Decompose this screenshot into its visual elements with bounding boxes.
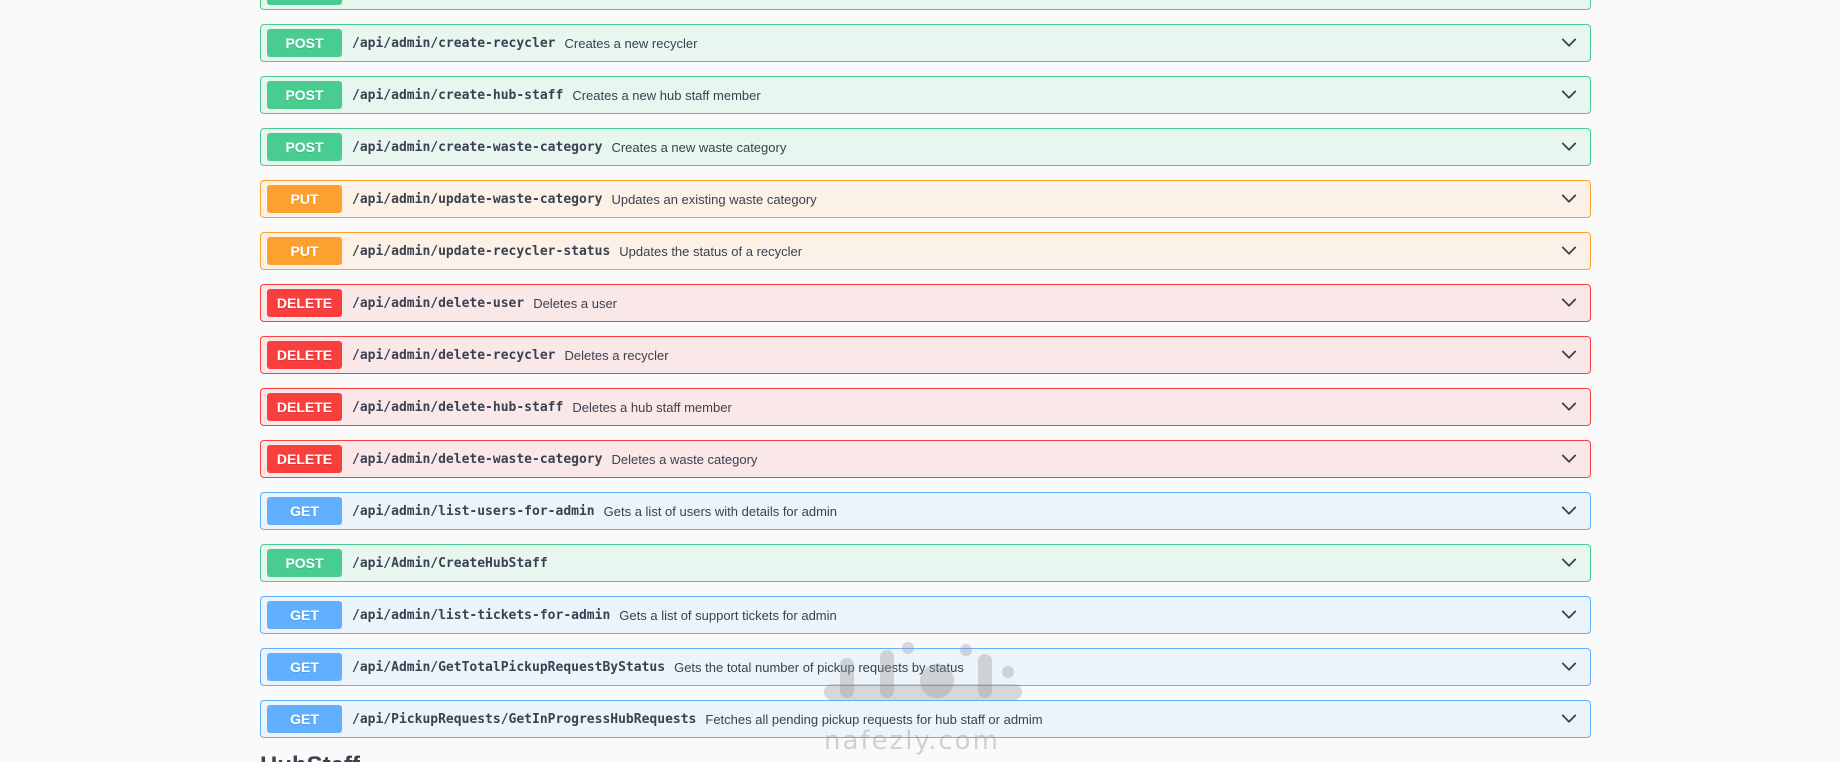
- method-badge: POST: [267, 549, 342, 577]
- operation-row[interactable]: POST/api/admin/create-waste-category Crea…: [260, 128, 1591, 166]
- endpoint-path: /api/Admin/CreateHubStaff: [352, 555, 548, 571]
- chevron-down-icon[interactable]: [1560, 398, 1578, 416]
- operations-list: POST/api/admin/create-recycler Creates a …: [260, 0, 1591, 752]
- method-badge: PUT: [267, 185, 342, 213]
- endpoint-path: /api/admin/update-recycler-status: [352, 243, 611, 259]
- endpoint-summary: Updates the status of a recycler: [619, 243, 803, 259]
- endpoint-path: /api/Admin/GetTotalPickupRequestByStatus: [352, 659, 666, 675]
- endpoint-summary: Gets the total number of pickup requests…: [674, 659, 964, 675]
- method-badge: DELETE: [267, 289, 342, 317]
- chevron-down-icon[interactable]: [1560, 294, 1578, 312]
- operation-row[interactable]: POST/api/Admin/CreateHubStaff: [260, 544, 1591, 582]
- endpoint-summary: Updates an existing waste category: [611, 191, 817, 207]
- operation-row[interactable]: DELETE/api/admin/delete-hub-staff Deletes…: [260, 388, 1591, 426]
- endpoint-summary: Gets a list of support tickets for admin: [619, 607, 837, 623]
- method-badge: GET: [267, 653, 342, 681]
- chevron-down-icon[interactable]: [1560, 502, 1578, 520]
- chevron-down-icon[interactable]: [1560, 450, 1578, 468]
- endpoint-summary: Deletes a recycler: [564, 347, 669, 363]
- endpoint-summary: Creates a new hub staff member: [572, 87, 761, 103]
- method-badge: DELETE: [267, 393, 342, 421]
- method-badge: DELETE: [267, 445, 342, 473]
- method-badge: GET: [267, 601, 342, 629]
- chevron-down-icon[interactable]: [1560, 242, 1578, 260]
- operation-row[interactable]: DELETE/api/admin/delete-recycler Deletes …: [260, 336, 1591, 374]
- endpoint-path: /api/admin/delete-hub-staff: [352, 399, 564, 415]
- method-badge: POST: [267, 133, 342, 161]
- operation-row[interactable]: GET/api/Admin/GetTotalPickupRequestBySta…: [260, 648, 1591, 686]
- endpoint-path: /api/admin/delete-user: [352, 295, 525, 311]
- section-title-hubstaff[interactable]: HubStaff: [260, 752, 360, 762]
- operation-row[interactable]: PUT/api/admin/update-waste-category Updat…: [260, 180, 1591, 218]
- method-badge: DELETE: [267, 341, 342, 369]
- chevron-down-icon[interactable]: [1560, 346, 1578, 364]
- operation-row[interactable]: DELETE/api/admin/delete-waste-category De…: [260, 440, 1591, 478]
- endpoint-path: /api/admin/update-waste-category: [352, 191, 603, 207]
- endpoint-summary: Creates a new recycler: [564, 35, 698, 51]
- operation-row[interactable]: PUT/api/admin/update-recycler-status Upda…: [260, 232, 1591, 270]
- chevron-down-icon[interactable]: [1560, 554, 1578, 572]
- endpoint-summary: Gets a list of users with details for ad…: [603, 503, 838, 519]
- operation-row[interactable]: DELETE/api/admin/delete-user Deletes a us…: [260, 284, 1591, 322]
- method-badge: POST: [267, 29, 342, 57]
- endpoint-summary: Deletes a hub staff member: [572, 399, 732, 415]
- method-badge: GET: [267, 705, 342, 733]
- endpoint-path: /api/admin/delete-recycler: [352, 347, 556, 363]
- endpoint-path: /api/admin/create-waste-category: [352, 139, 603, 155]
- endpoint-summary: Deletes a waste category: [611, 451, 758, 467]
- chevron-down-icon[interactable]: [1560, 34, 1578, 52]
- chevron-down-icon[interactable]: [1560, 710, 1578, 728]
- endpoint-path: /api/admin/create-recycler: [352, 35, 556, 51]
- operation-row[interactable]: GET/api/admin/list-tickets-for-admin Gets…: [260, 596, 1591, 634]
- endpoint-path: /api/admin/list-tickets-for-admin: [352, 607, 611, 623]
- chevron-down-icon[interactable]: [1560, 86, 1578, 104]
- method-badge: POST: [267, 0, 342, 5]
- endpoint-path: /api/admin/create-hub-staff: [352, 87, 564, 103]
- method-badge: POST: [267, 81, 342, 109]
- operation-row[interactable]: GET/api/PickupRequests/GetInProgressHubR…: [260, 700, 1591, 738]
- operation-row[interactable]: POST/api/admin/create-recyclerCreates a …: [260, 0, 1591, 10]
- endpoint-summary: Creates a new waste category: [611, 139, 787, 155]
- operation-row[interactable]: POST/api/admin/create-recycler Creates a …: [260, 24, 1591, 62]
- endpoint-summary: Fetches all pending pickup requests for …: [705, 711, 1043, 727]
- method-badge: GET: [267, 497, 342, 525]
- chevron-down-icon[interactable]: [1560, 190, 1578, 208]
- operation-row[interactable]: GET/api/admin/list-users-for-admin Gets a…: [260, 492, 1591, 530]
- chevron-down-icon[interactable]: [1560, 138, 1578, 156]
- endpoint-path: /api/admin/list-users-for-admin: [352, 503, 595, 519]
- operation-row[interactable]: POST/api/admin/create-hub-staff Creates a…: [260, 76, 1591, 114]
- method-badge: PUT: [267, 237, 342, 265]
- swagger-page: POST/api/admin/create-recycler Creates a …: [0, 0, 1840, 762]
- chevron-down-icon[interactable]: [1560, 658, 1578, 676]
- endpoint-path: /api/PickupRequests/GetInProgressHubRequ…: [352, 711, 697, 727]
- chevron-down-icon[interactable]: [1560, 606, 1578, 624]
- endpoint-summary: Deletes a user: [533, 295, 618, 311]
- endpoint-path: /api/admin/delete-waste-category: [352, 451, 603, 467]
